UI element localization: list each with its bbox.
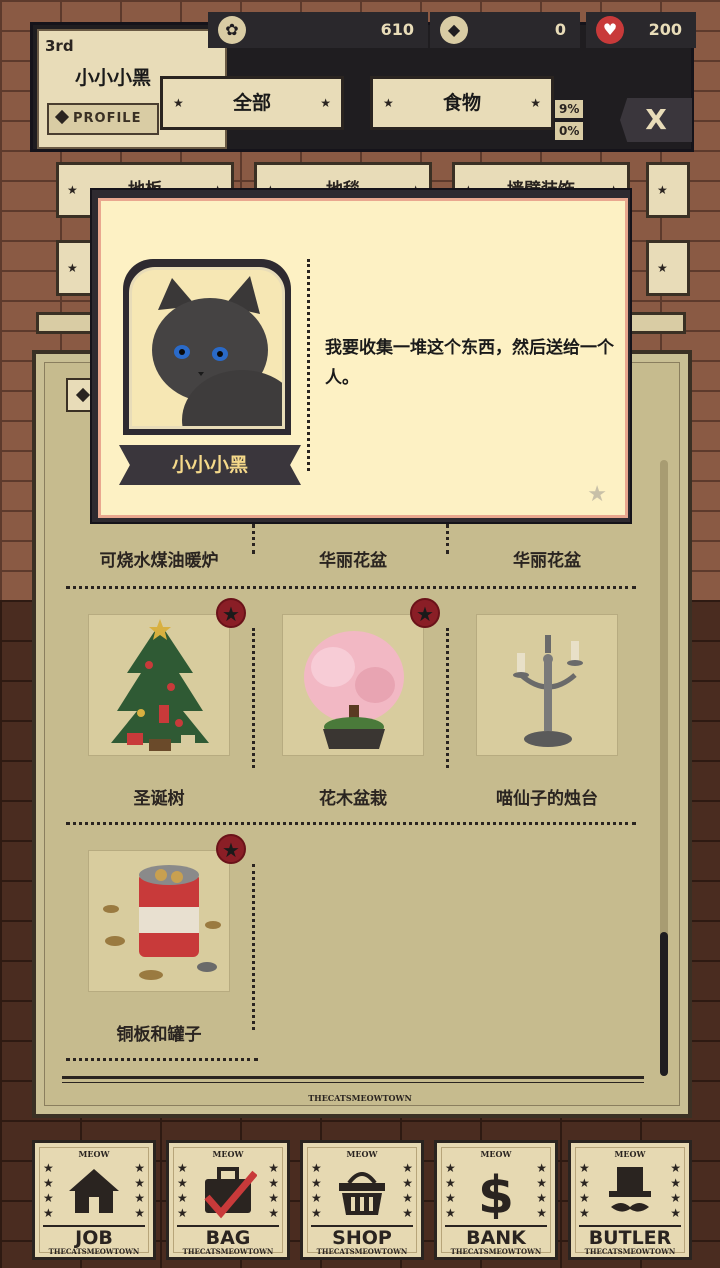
item-name-coin-jar: 铜板和罐子 — [116, 1025, 202, 1045]
portrait-frame — [123, 259, 291, 435]
nav-shop-label: SHOP — [311, 1225, 413, 1249]
profile-label: PROFILE — [73, 111, 142, 126]
profile-button[interactable]: PROFILE — [47, 103, 159, 135]
speech-dialog-body: 小小小黑 我要收集一堆这个东西，然后送给一个人。 ★ — [98, 198, 628, 518]
nav-meow-label: MEOW — [480, 1149, 512, 1159]
nav-bank-label: BANK — [445, 1225, 547, 1249]
item-name-christmas-tree: 圣诞树 — [133, 789, 185, 809]
nav-meow-label: MEOW — [212, 1149, 244, 1159]
nav-job-button[interactable]: MEOW ★ ★ ★ ★ ★ ★ ★ ★ JOB THECATSMEOWTOWN — [32, 1140, 156, 1260]
rank-label: 3rd — [45, 37, 74, 55]
coin-jar-icon — [103, 865, 221, 980]
tab-food-label: 食物 — [442, 92, 481, 114]
item-name-pot-1: 华丽花盆 — [319, 551, 387, 571]
nav-job-label: JOB — [43, 1225, 145, 1249]
star-icon: ★ — [587, 482, 607, 507]
cat-portrait — [129, 267, 285, 429]
favorite-star-icon[interactable]: ★ — [216, 598, 246, 628]
nav-meow-label: MEOW — [78, 1149, 110, 1159]
nav-sub-label: THECATSMEOWTOWN — [48, 1247, 140, 1256]
row-divider — [66, 1058, 258, 1061]
percent-readout-2: 0% — [555, 122, 584, 140]
heart-currency: ♥ 200 — [586, 12, 696, 48]
tab-all-label: 全部 — [232, 92, 271, 114]
paw-icon: ✿ — [218, 16, 246, 44]
player-name: 小小小黑 — [75, 67, 152, 89]
percent-readout-1: 9% — [555, 100, 584, 118]
item-name-candelabra: 喵仙子的烛台 — [496, 789, 598, 809]
item-name-heater: 可烧水煤油暖炉 — [99, 551, 219, 571]
close-button[interactable]: X — [620, 98, 692, 142]
gem-count: 0 — [554, 20, 566, 39]
item-name-pot-2: 华丽花盆 — [513, 551, 581, 571]
svg-text:$: $ — [478, 1166, 514, 1219]
gem-icon: ◆ — [440, 16, 468, 44]
dollar-icon: $ — [478, 1166, 514, 1219]
gem-currency: ◆ 0 — [430, 12, 580, 48]
nav-bank-button[interactable]: MEOW ★ ★ ★ ★ ★ ★ ★ ★ $ BANK THECATSMEOWTOWN — [434, 1140, 558, 1260]
panel-footer-line — [62, 1082, 644, 1083]
item-candelabra[interactable] — [476, 614, 618, 756]
nav-bag-button[interactable]: MEOW ★ ★ ★ ★ ★ ★ ★ ★ BAG THECATSMEOWTOWN — [166, 1140, 290, 1260]
item-christmas-tree[interactable] — [88, 614, 230, 756]
paw-count: 610 — [380, 20, 414, 39]
dialog-message: 我要收集一堆这个东西，然后送给一个人。 — [325, 338, 614, 388]
nav-shop-button[interactable]: MEOW ★ ★ ★ ★ ★ ★ ★ ★ SHOP THECATSMEOWTOWN — [300, 1140, 424, 1260]
item-name-bonsai: 花木盆栽 — [319, 789, 387, 809]
speaker-name: 小小小黑 — [119, 445, 301, 485]
tab-all[interactable]: ★ 全部 ★ — [160, 76, 344, 130]
house-icon — [69, 1169, 119, 1213]
top-hat-mustache-icon — [609, 1167, 651, 1212]
inventory-scroll-thumb[interactable] — [660, 932, 668, 1076]
column-divider — [252, 628, 255, 768]
speech-dialog[interactable]: 小小小黑 我要收集一堆这个东西，然后送给一个人。 ★ — [90, 188, 632, 524]
paw-currency: ✿ 610 — [208, 12, 428, 48]
nav-meow-label: MEOW — [346, 1149, 378, 1159]
bag-icon — [204, 1167, 257, 1219]
nav-sub-label: THECATSMEOWTOWN — [316, 1247, 408, 1256]
nav-butler-button[interactable]: MEOW ★ ★ ★ ★ ★ ★ ★ ★ BUTLER THECATSMEOWTOWN — [568, 1140, 692, 1260]
item-coin-jar[interactable] — [88, 850, 230, 992]
dialog-divider — [307, 259, 310, 471]
nav-sub-label: THECATSMEOWTOWN — [182, 1247, 274, 1256]
candelabra-icon — [513, 635, 583, 747]
column-divider — [446, 628, 449, 768]
black-cat-avatar — [152, 276, 282, 426]
christmas-tree-icon — [111, 619, 209, 751]
nav-sub-label: THECATSMEOWTOWN — [584, 1247, 676, 1256]
favorite-star-icon[interactable]: ★ — [216, 834, 246, 864]
column-divider — [252, 864, 255, 1030]
nav-bag-label: BAG — [177, 1225, 279, 1249]
diamond-icon — [54, 109, 70, 125]
nav-butler-label: BUTLER — [579, 1225, 681, 1249]
heart-count: 200 — [648, 20, 682, 39]
brand-watermark: THECATSMEOWTOWN — [308, 1093, 412, 1103]
row-divider — [66, 586, 636, 589]
item-bonsai[interactable] — [282, 614, 424, 756]
basket-icon — [339, 1172, 385, 1215]
panel-footer-line — [62, 1076, 644, 1079]
favorite-star-icon[interactable]: ★ — [410, 598, 440, 628]
nav-sub-label: THECATSMEOWTOWN — [450, 1247, 542, 1256]
tab-more[interactable]: ★ — [646, 162, 690, 218]
tab-row2-right[interactable]: ★ — [646, 240, 690, 296]
cherry-blossom-bonsai-icon — [304, 631, 404, 749]
nav-meow-label: MEOW — [614, 1149, 646, 1159]
heart-icon: ♥ — [596, 16, 624, 44]
row-divider — [66, 822, 636, 825]
tab-food[interactable]: ★ 食物 ★ — [370, 76, 554, 130]
